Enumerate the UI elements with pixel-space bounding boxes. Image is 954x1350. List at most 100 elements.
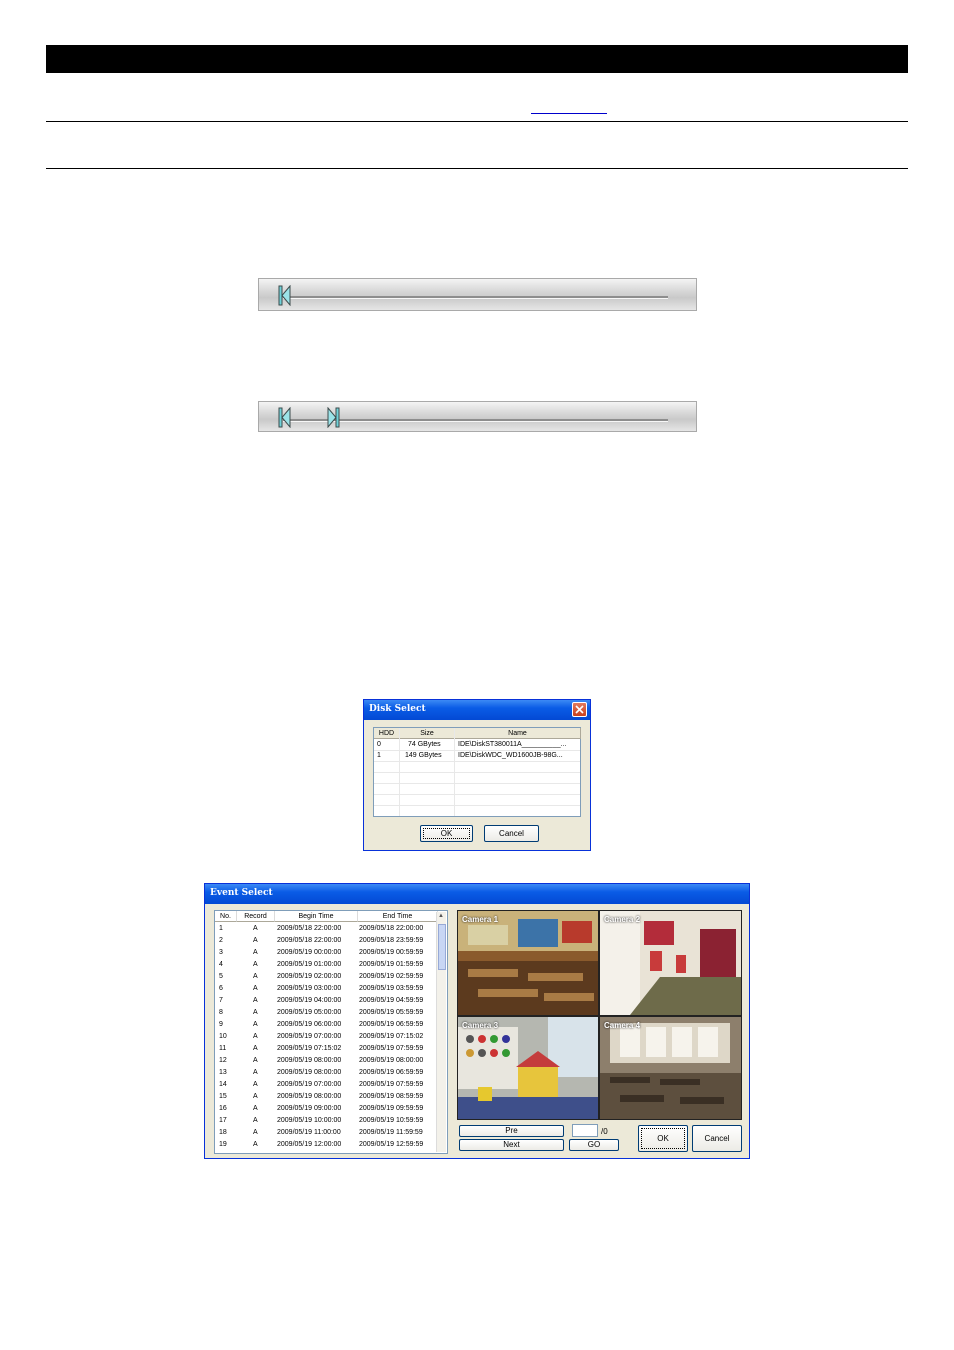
- hyperlink-underline[interactable]: [531, 113, 607, 114]
- table-row[interactable]: 17 A 2009/05/19 10:00:00 2009/05/19 10:59:5…: [215, 1115, 437, 1127]
- table-row[interactable]: 3 A 2009/05/19 00:00:00 2009/05/19 00:59:59: [215, 947, 437, 959]
- row-number-cell: 17: [219, 1117, 227, 1124]
- size-cell: 149 GBytes: [405, 752, 442, 759]
- scrollbar[interactable]: ▲: [436, 912, 446, 1152]
- row-number-cell: 5: [219, 973, 223, 980]
- divider-line: [46, 168, 908, 169]
- ok-button[interactable]: OK: [638, 1125, 688, 1152]
- end-marker-icon[interactable]: [326, 406, 342, 429]
- table-row[interactable]: 13 A 2009/05/19 08:00:00 2009/05/19 06:59:5…: [215, 1067, 437, 1079]
- camera-view-2[interactable]: Camera 2: [600, 911, 741, 1015]
- ok-button[interactable]: OK: [420, 825, 473, 842]
- disk-list[interactable]: HDD Size Name 0 74 GBytes IDE\DiskST3800…: [373, 727, 581, 817]
- table-row[interactable]: 10 A 2009/05/19 07:00:00 2009/05/19 07:15:0…: [215, 1031, 437, 1043]
- begin-marker-icon[interactable]: [276, 406, 292, 429]
- row-number-cell: 10: [219, 1033, 227, 1040]
- begin-time-cell: 2009/05/19 08:00:00: [277, 1057, 342, 1064]
- table-row[interactable]: 4 A 2009/05/19 01:00:00 2009/05/19 01:59:59: [215, 959, 437, 971]
- begin-time-cell: 2009/05/19 06:00:00: [277, 1021, 342, 1028]
- end-time-cell: 2009/05/19 07:59:59: [359, 1045, 424, 1052]
- camera-view-4[interactable]: Camera 4: [600, 1017, 741, 1119]
- table-row[interactable]: 8 A 2009/05/19 05:00:00 2009/05/19 05:59:59: [215, 1007, 437, 1019]
- disk-select-dialog: Disk Select HDD Size Name 0 74 GBytes ID…: [363, 699, 591, 851]
- table-row[interactable]: 1 A 2009/05/18 22:00:00 2009/05/18 22:00:00: [215, 923, 437, 935]
- end-time-cell: 2009/05/19 01:59:59: [359, 961, 424, 968]
- end-time-cell: 2009/05/18 23:59:59: [359, 937, 424, 944]
- table-row[interactable]: 5 A 2009/05/19 02:00:00 2009/05/19 02:59:59: [215, 971, 437, 983]
- column-header-hdd[interactable]: HDD: [374, 728, 400, 739]
- camera-label: Camera 4: [604, 1021, 641, 1030]
- column-header-begin-time[interactable]: Begin Time: [275, 911, 358, 922]
- record-type-cell: A: [253, 1081, 258, 1088]
- end-time-cell: 2009/05/19 04:59:59: [359, 997, 424, 1004]
- previous-page-button[interactable]: Pre: [459, 1125, 564, 1137]
- event-select-dialog: Event Select No. Record Begin Time End T…: [204, 883, 750, 1159]
- table-row[interactable]: 19 A 2009/05/19 12:00:00 2009/05/19 12:59:5…: [215, 1139, 437, 1151]
- camera-preview-grid: Camera 1 Camera 2 Camera 3 Camera 4: [457, 910, 742, 1120]
- dialog-titlebar: Event Select: [205, 884, 749, 904]
- row-number-cell: 8: [219, 1009, 223, 1016]
- table-row[interactable]: 9 A 2009/05/19 06:00:00 2009/05/19 06:59:59: [215, 1019, 437, 1031]
- row-number-cell: 9: [219, 1021, 223, 1028]
- begin-time-cell: 2009/05/19 02:00:00: [277, 973, 342, 980]
- record-type-cell: A: [253, 961, 258, 968]
- record-type-cell: A: [253, 1033, 258, 1040]
- row-number-cell: 3: [219, 949, 223, 956]
- go-button[interactable]: GO: [569, 1139, 619, 1151]
- row-number-cell: 2: [219, 937, 223, 944]
- camera-view-1[interactable]: Camera 1: [458, 911, 598, 1015]
- begin-marker-icon[interactable]: [276, 284, 292, 307]
- begin-time-cell: 2009/05/19 08:00:00: [277, 1093, 342, 1100]
- event-list[interactable]: No. Record Begin Time End Time 1 A 2009/05…: [214, 910, 448, 1154]
- row-number-cell: 19: [219, 1141, 227, 1148]
- page-number-input[interactable]: [572, 1124, 598, 1137]
- dialog-titlebar: Disk Select: [364, 700, 590, 720]
- table-row[interactable]: 12 A 2009/05/19 08:00:00 2009/05/19 08:00:0…: [215, 1055, 437, 1067]
- record-type-cell: A: [253, 1129, 258, 1136]
- dialog-title: Event Select: [210, 888, 273, 898]
- column-header-end-time[interactable]: End Time: [358, 911, 438, 922]
- end-time-cell: 2009/05/19 07:59:59: [359, 1081, 424, 1088]
- column-header-name[interactable]: Name: [455, 728, 581, 739]
- column-header-no[interactable]: No.: [215, 911, 237, 922]
- end-time-cell: 2009/05/19 03:59:59: [359, 985, 424, 992]
- end-time-cell: 2009/05/19 00:59:59: [359, 949, 424, 956]
- hdd-cell: 0: [377, 741, 381, 748]
- cancel-button[interactable]: Cancel: [484, 825, 539, 842]
- end-time-cell: 2009/05/19 10:59:59: [359, 1117, 424, 1124]
- table-row[interactable]: 15 A 2009/05/19 08:00:00 2009/05/19 08:59:5…: [215, 1091, 437, 1103]
- classroom-image: [458, 911, 598, 1015]
- cancel-button[interactable]: Cancel: [692, 1125, 742, 1152]
- dialog-title: Disk Select: [369, 704, 426, 714]
- timeline-slider-begin[interactable]: [258, 278, 697, 311]
- scroll-thumb[interactable]: [438, 924, 446, 970]
- table-row[interactable]: 16 A 2009/05/19 09:00:00 2009/05/19 09:59:5…: [215, 1103, 437, 1115]
- end-time-cell: 2009/05/19 11:59:59: [359, 1129, 423, 1136]
- end-time-cell: 2009/05/19 08:59:59: [359, 1093, 424, 1100]
- camera-view-3[interactable]: Camera 3: [458, 1017, 598, 1119]
- column-header-size[interactable]: Size: [400, 728, 455, 739]
- end-time-cell: 2009/05/19 09:59:59: [359, 1105, 424, 1112]
- table-row[interactable]: 11 A 2009/05/19 07:15:02 2009/05/19 07:59:5…: [215, 1043, 437, 1055]
- slider-track: [283, 296, 668, 299]
- row-number-cell: 12: [219, 1057, 227, 1064]
- row-number-cell: 11: [219, 1045, 227, 1052]
- table-row[interactable]: 14 A 2009/05/19 07:00:00 2009/05/19 07:59:5…: [215, 1079, 437, 1091]
- next-page-button[interactable]: Next: [459, 1139, 564, 1151]
- begin-time-cell: 2009/05/18 22:00:00: [277, 925, 342, 932]
- record-type-cell: A: [253, 1141, 258, 1148]
- table-row[interactable]: 18 A 2009/05/19 11:00:00 2009/05/19 11:59:5…: [215, 1127, 437, 1139]
- row-number-cell: 13: [219, 1069, 227, 1076]
- table-row[interactable]: 6 A 2009/05/19 03:00:00 2009/05/19 03:59:59: [215, 983, 437, 995]
- scroll-up-icon[interactable]: ▲: [438, 913, 444, 919]
- table-row[interactable]: 2 A 2009/05/18 22:00:00 2009/05/18 23:59:59: [215, 935, 437, 947]
- column-header-record[interactable]: Record: [237, 911, 275, 922]
- begin-time-cell: 2009/05/19 12:00:00: [277, 1141, 342, 1148]
- end-time-cell: 2009/05/19 08:00:00: [359, 1057, 424, 1064]
- close-button[interactable]: [572, 702, 587, 717]
- table-row[interactable]: 7 A 2009/05/19 04:00:00 2009/05/19 04:59:59: [215, 995, 437, 1007]
- record-type-cell: A: [253, 1117, 258, 1124]
- record-type-cell: A: [253, 973, 258, 980]
- record-type-cell: A: [253, 997, 258, 1004]
- timeline-slider-range[interactable]: [258, 401, 697, 432]
